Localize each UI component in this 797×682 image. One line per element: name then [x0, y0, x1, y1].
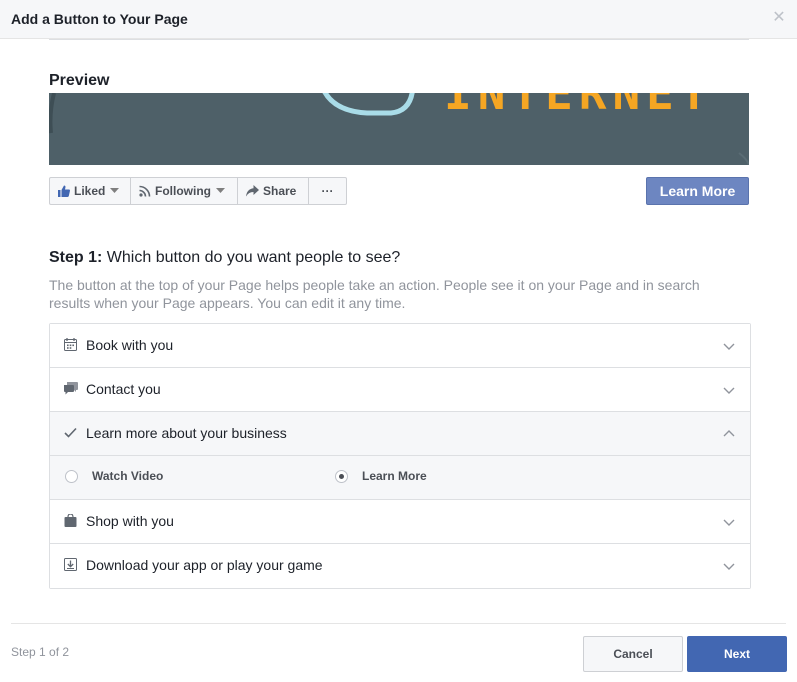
liked-button[interactable]: Liked [50, 178, 131, 204]
cover-artwork: INTERNET [49, 93, 749, 165]
footer-divider [11, 623, 786, 624]
radio-button-selected[interactable] [335, 469, 348, 483]
following-button[interactable]: Following [131, 178, 238, 204]
share-button[interactable]: Share [238, 178, 309, 204]
option-label: Learn more about your business [86, 425, 287, 441]
radio-button[interactable] [65, 469, 78, 483]
cta-preview-button[interactable]: Learn More [646, 177, 749, 205]
liked-label: Liked [74, 184, 106, 198]
cover-text: INTERNET [444, 93, 714, 120]
chevron-up-icon [722, 427, 736, 441]
option-learn-more-about-business[interactable]: Learn more about your business [50, 412, 750, 456]
option-book-with-you[interactable]: Book with you [50, 324, 750, 368]
following-label: Following [155, 184, 211, 198]
next-button[interactable]: Next [687, 636, 787, 672]
radio-label: Watch Video [92, 469, 164, 483]
option-label: Download your app or play your game [86, 557, 323, 573]
radio-watch-video[interactable]: Watch Video [65, 469, 163, 483]
button-options-list: Book with you Contact you Learn more abo… [49, 323, 751, 589]
more-options-button[interactable]: ··· [309, 178, 346, 204]
radio-label: Learn More [362, 469, 427, 483]
more-icon: ··· [321, 184, 334, 198]
divider [49, 39, 749, 40]
chevron-down-icon [216, 188, 225, 194]
check-icon [64, 426, 78, 440]
step-description: The button at the top of your Page helps… [49, 277, 700, 311]
option-download-app[interactable]: Download your app or play your game [50, 544, 750, 588]
option-label: Book with you [86, 337, 174, 353]
option-shop-with-you[interactable]: Shop with you [50, 500, 750, 544]
step-title: Step 1: Which button do you want people … [49, 249, 400, 267]
cancel-button[interactable]: Cancel [583, 636, 683, 672]
dialog-header: Add a Button to Your Page ✕ [0, 0, 797, 39]
dialog-title: Add a Button to Your Page [11, 11, 188, 27]
step-question: Which button do you want people to see? [102, 249, 401, 266]
option-contact-you[interactable]: Contact you [50, 368, 750, 412]
share-label: Share [263, 184, 297, 198]
chevron-down-icon [722, 339, 736, 353]
step-indicator: Step 1 of 2 [11, 645, 70, 659]
chevron-down-icon [722, 515, 736, 529]
chevron-down-icon [110, 188, 120, 194]
option-label: Shop with you [86, 513, 174, 529]
calendar-icon [64, 338, 78, 352]
option-label: Contact you [86, 381, 161, 397]
page-action-bar: Liked Following Share ··· [49, 177, 347, 205]
preview-heading: Preview [49, 72, 110, 89]
shopping-bag-icon [64, 514, 78, 528]
cover-photo-preview: INTERNET [49, 93, 749, 165]
chevron-down-icon [722, 383, 736, 397]
rss-icon [139, 185, 151, 197]
chat-icon [64, 382, 78, 396]
thumbs-up-icon [58, 185, 70, 197]
step-number: Step 1: [49, 249, 103, 266]
close-icon[interactable]: ✕ [770, 9, 788, 27]
add-button-dialog: Add a Button to Your Page ✕ Preview INTE… [0, 0, 797, 682]
download-icon [64, 558, 78, 572]
radio-learn-more[interactable]: Learn More [335, 469, 427, 483]
learn-more-choices: Watch Video Learn More [50, 456, 750, 500]
chevron-down-icon [722, 559, 736, 573]
share-arrow-icon [246, 185, 259, 197]
